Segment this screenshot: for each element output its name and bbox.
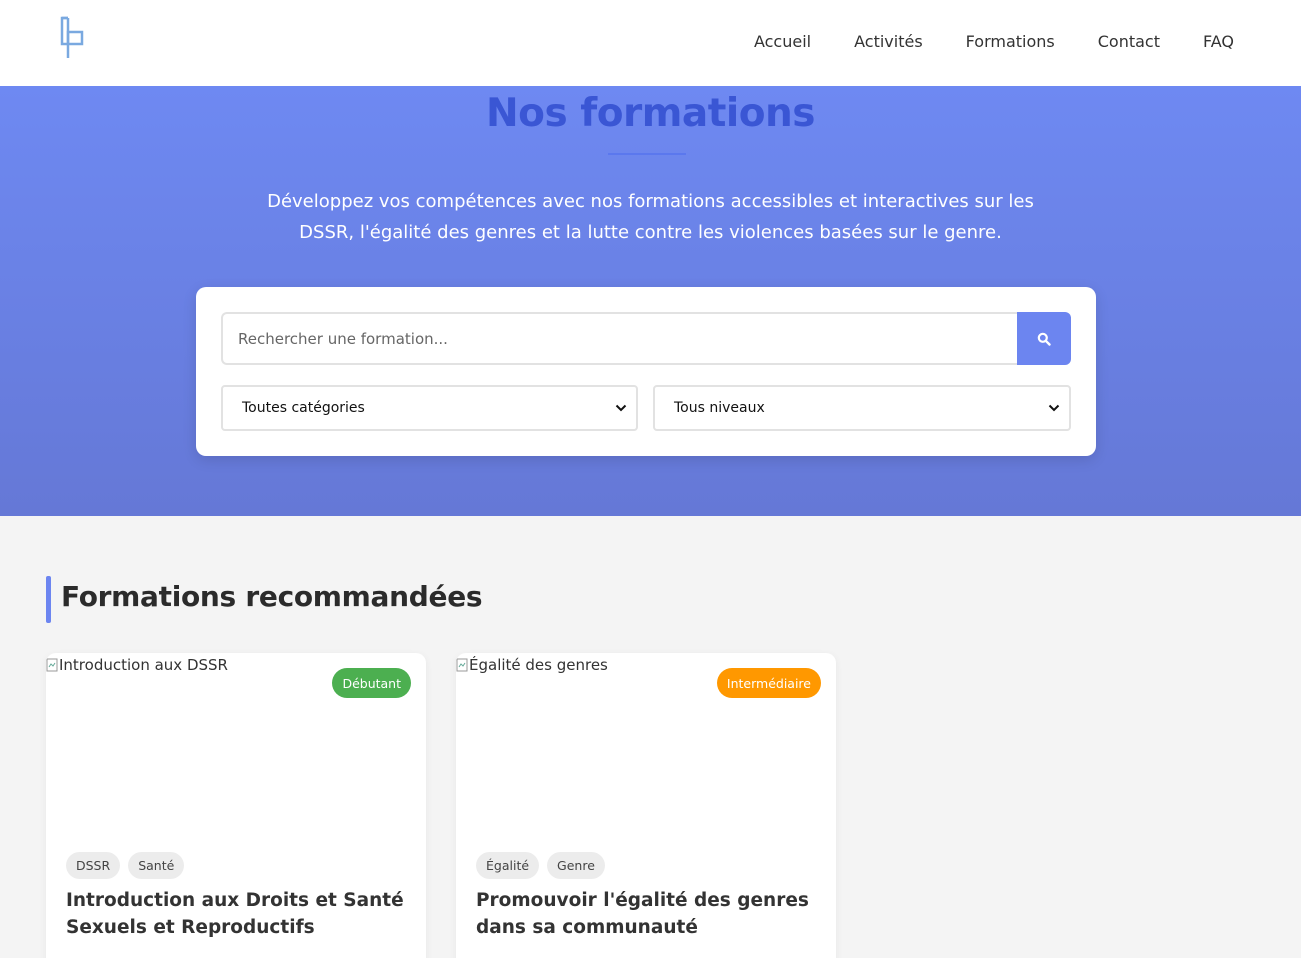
hero-section: Nos formations Développez vos compétence…: [0, 86, 1301, 516]
course-card[interactable]: Introduction aux DSSR Débutant DSSR Sant…: [46, 653, 426, 958]
tag[interactable]: Genre: [547, 852, 605, 879]
site-logo[interactable]: [56, 14, 88, 62]
logo-icon: [60, 16, 84, 58]
level-select-value: Tous niveaux: [674, 400, 765, 416]
search-button[interactable]: [1017, 312, 1071, 365]
image-alt-text: Égalité des genres: [456, 653, 608, 677]
broken-image-icon: [46, 658, 58, 672]
level-badge: Débutant: [332, 668, 411, 698]
nav-item-formations[interactable]: Formations: [966, 31, 1055, 53]
nav-item-activites[interactable]: Activités: [854, 31, 923, 53]
hero-subtitle: Développez vos compétences avec nos form…: [267, 191, 1034, 243]
chevron-down-icon: [615, 404, 627, 412]
nav-item-contact[interactable]: Contact: [1098, 31, 1160, 53]
course-title[interactable]: Promouvoir l'égalité des genres dans sa …: [476, 887, 816, 941]
image-alt-label: Introduction aux DSSR: [59, 656, 228, 674]
image-alt-text: Introduction aux DSSR: [46, 653, 228, 677]
site-header: Accueil Activités Formations Contact FAQ: [0, 0, 1301, 86]
nav-item-accueil[interactable]: Accueil: [754, 31, 811, 53]
tag[interactable]: Santé: [128, 852, 185, 879]
category-select-value: Toutes catégories: [242, 400, 365, 416]
tag[interactable]: Égalité: [476, 852, 540, 879]
level-select[interactable]: Tous niveaux: [653, 385, 1071, 431]
title-underline: [608, 153, 686, 155]
tag-list: Égalité Genre: [476, 852, 605, 879]
chevron-down-icon: [1048, 404, 1060, 412]
search-icon: [1037, 332, 1051, 346]
main-nav: Accueil Activités Formations Contact FAQ: [754, 31, 1234, 53]
image-alt-label: Égalité des genres: [469, 656, 608, 674]
broken-image-icon: [456, 658, 468, 672]
tag-list: DSSR Santé: [66, 852, 185, 879]
search-panel: Toutes catégories Tous niveaux: [196, 287, 1096, 456]
course-card[interactable]: Égalité des genres Intermédiaire Égalité…: [456, 653, 836, 958]
section-accent-bar: [46, 576, 51, 623]
page-title: Nos formations: [486, 91, 815, 136]
nav-item-faq[interactable]: FAQ: [1203, 31, 1234, 53]
section-title: Formations recommandées: [61, 580, 483, 613]
search-input[interactable]: [221, 312, 1018, 365]
category-select[interactable]: Toutes catégories: [221, 385, 638, 431]
course-title[interactable]: Introduction aux Droits et Santé Sexuels…: [66, 887, 406, 941]
level-badge: Intermédiaire: [716, 668, 821, 698]
tag[interactable]: DSSR: [66, 852, 121, 879]
